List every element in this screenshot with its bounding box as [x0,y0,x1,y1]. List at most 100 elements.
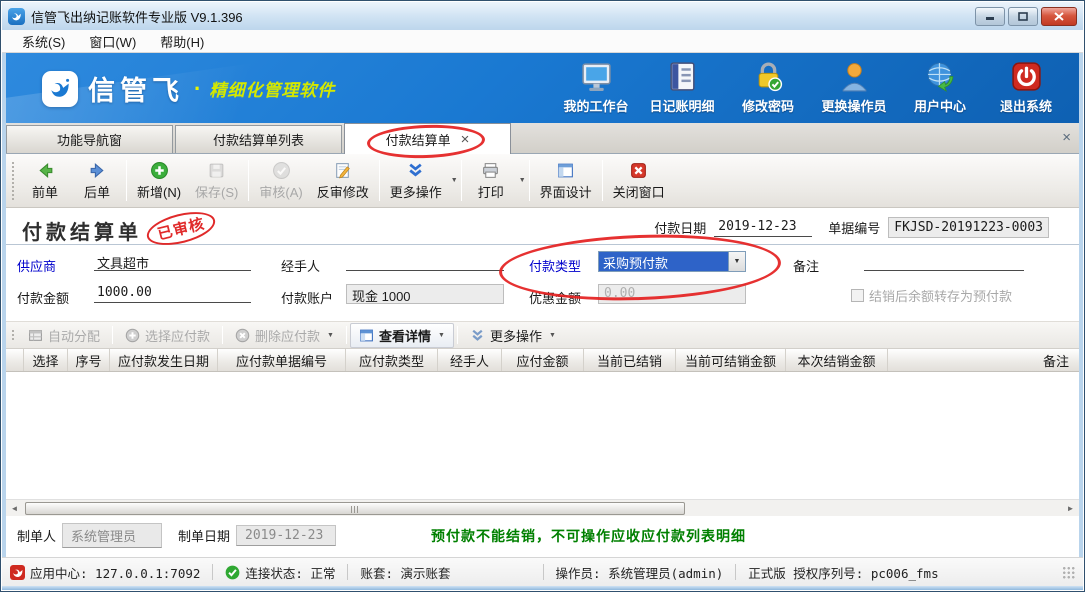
tab-payment-list[interactable]: 付款结算单列表 [175,125,342,153]
more-actions-button[interactable]: 更多操作 [383,158,449,204]
brand-name: 信管飞 [88,69,184,108]
workbench-button[interactable]: 我的工作台 [553,60,639,115]
creator-field: 系统管理员 [62,523,162,548]
col-seq[interactable]: 序号 [68,349,110,371]
menu-window[interactable]: 窗口(W) [79,30,146,53]
app-window: 信管飞出纳记账软件专业版 V9.1.396 系统(S) 窗口(W) 帮助(H) … [0,0,1085,592]
menu-system[interactable]: 系统(S) [12,30,75,53]
toolbar-grip [10,160,15,201]
unaudit-edit-button[interactable]: 反审修改 [310,158,376,204]
menu-help[interactable]: 帮助(H) [150,30,214,53]
close-button[interactable] [1041,7,1077,26]
page-title: 付款结算单 [22,216,142,245]
tab-function-nav[interactable]: 功能导航窗 [6,125,173,153]
exit-system-button[interactable]: 退出系统 [983,60,1069,115]
col-payable-date[interactable]: 应付款发生日期 [110,349,218,371]
pay-date-field[interactable]: 2019-12-23 [714,218,812,237]
resize-grip[interactable] [1062,566,1075,579]
switch-operator-button[interactable]: 更换操作员 [811,60,897,115]
add-new-button[interactable]: 新增(N) [130,158,188,204]
toolbar-separator [248,160,249,201]
col-this-settle[interactable]: 本次结销金额 [786,349,888,371]
create-date-label: 制单日期 [178,526,230,545]
menu-bar: 系统(S) 窗口(W) 帮助(H) [2,30,1083,53]
scroll-left-icon[interactable]: ◄ [6,500,23,517]
pay-type-dropdown[interactable]: 采购预付款 ▼ [598,251,746,272]
col-handler[interactable]: 经手人 [438,349,502,371]
brand-banner: 信管飞 · 精细化管理软件 我的工作台 日记账明细 修改密码 更换操作员 [2,53,1083,123]
gridbar-separator [457,326,458,344]
grid-more-caret-icon[interactable]: ▼ [549,332,556,339]
tabstrip-close-icon[interactable]: × [1062,130,1071,145]
col-payable-doc-no[interactable]: 应付款单据编号 [218,349,346,371]
handler-field[interactable] [346,252,504,271]
scrollbar-thumb[interactable] [25,502,685,515]
brand-tagline: 精细化管理软件 [209,76,335,101]
connection-status: 连接状态: 正常 [225,563,335,582]
ui-design-button[interactable]: 界面设计 [533,158,599,204]
view-detail-button[interactable]: 查看详情 ▼ [350,323,454,348]
form-fields: 供应商 文具超市 经手人 付款类型 采购预付款 ▼ 备注 付款金额 1000.0… [6,245,1079,321]
user-center-globe-icon [924,60,957,93]
discount-field: 0.00 [598,284,746,304]
x-circle-grey-icon [235,328,250,343]
table-header: 选择 序号 应付款发生日期 应付款单据编号 应付款类型 经手人 应付金额 当前已… [6,349,1079,372]
supplier-field[interactable]: 文具超市 [94,252,251,271]
col-settled[interactable]: 当前已结销 [584,349,676,371]
table-body-empty[interactable] [6,372,1079,499]
user-center-button[interactable]: 用户中心 [897,60,983,115]
save-button: 保存(S) [188,158,245,204]
arrow-left-icon [36,161,55,180]
chevrons-down-icon [406,161,425,180]
discount-label: 优惠金额 [529,288,581,307]
more-actions-caret-icon[interactable]: ▼ [451,177,458,184]
app-logo-icon [8,8,25,25]
toolbar-separator [379,160,380,201]
amount-field[interactable]: 1000.00 [94,284,251,303]
next-doc-button[interactable]: 后单 [71,158,123,204]
dropdown-caret-icon[interactable]: ▼ [728,252,745,271]
account-label: 付款账户 [281,288,333,307]
print-button[interactable]: 打印 [465,158,517,204]
print-caret-icon[interactable]: ▼ [519,177,526,184]
scroll-right-icon[interactable]: ► [1062,500,1079,517]
col-remark[interactable]: 备注 [888,349,1079,371]
col-select[interactable]: 选择 [24,349,68,371]
status-separator [347,564,348,580]
printer-icon [481,161,500,180]
account-set-status: 账套: 演示账套 [360,563,450,582]
journal-detail-button[interactable]: 日记账明细 [639,60,725,115]
col-settleable[interactable]: 当前可结销金额 [676,349,786,371]
change-password-lock-icon [752,60,785,93]
transfer-balance-checkbox[interactable] [851,289,864,302]
tab-strip: 功能导航窗 付款结算单列表 付款结算单 × × [6,123,1079,154]
col-payable-amount[interactable]: 应付金额 [502,349,584,371]
tab-payment-form[interactable]: 付款结算单 × [344,123,511,154]
minimize-button[interactable] [975,7,1005,26]
gridbar-separator [346,326,347,344]
account-field: 现金 1000 [346,284,504,304]
app-center-status: 应用中心: 127.0.0.1:7092 [10,563,200,582]
change-password-button[interactable]: 修改密码 [725,60,811,115]
close-window-button[interactable]: 关闭窗口 [606,158,672,204]
create-date-field: 2019-12-23 [236,525,336,546]
brand-separator: · [194,76,201,102]
creator-label: 制单人 [17,526,56,545]
pay-date-label: 付款日期 [654,218,706,237]
delete-payable-button: 删除应付款 ▼ [226,323,343,348]
select-payable-button: 选择应付款 [116,323,219,348]
grid-more-actions-button[interactable]: 更多操作 ▼ [461,323,565,348]
prev-doc-button[interactable]: 前单 [19,158,71,204]
remark-field[interactable] [864,252,1024,271]
layout-window-icon [556,161,575,180]
title-bar: 信管飞出纳记账软件专业版 V9.1.396 [2,2,1083,30]
status-bar: 应用中心: 127.0.0.1:7092 连接状态: 正常 账套: 演示账套 操… [2,557,1083,586]
maximize-button[interactable] [1008,7,1038,26]
view-detail-caret-icon[interactable]: ▼ [438,332,445,339]
chevrons-down-small-icon [470,328,485,343]
tab-close-icon[interactable]: × [461,132,470,147]
status-separator [735,564,736,580]
arrow-right-icon [88,161,107,180]
doc-no-field: FKJSD-20191223-0003 [888,217,1049,238]
col-payable-type[interactable]: 应付款类型 [346,349,438,371]
